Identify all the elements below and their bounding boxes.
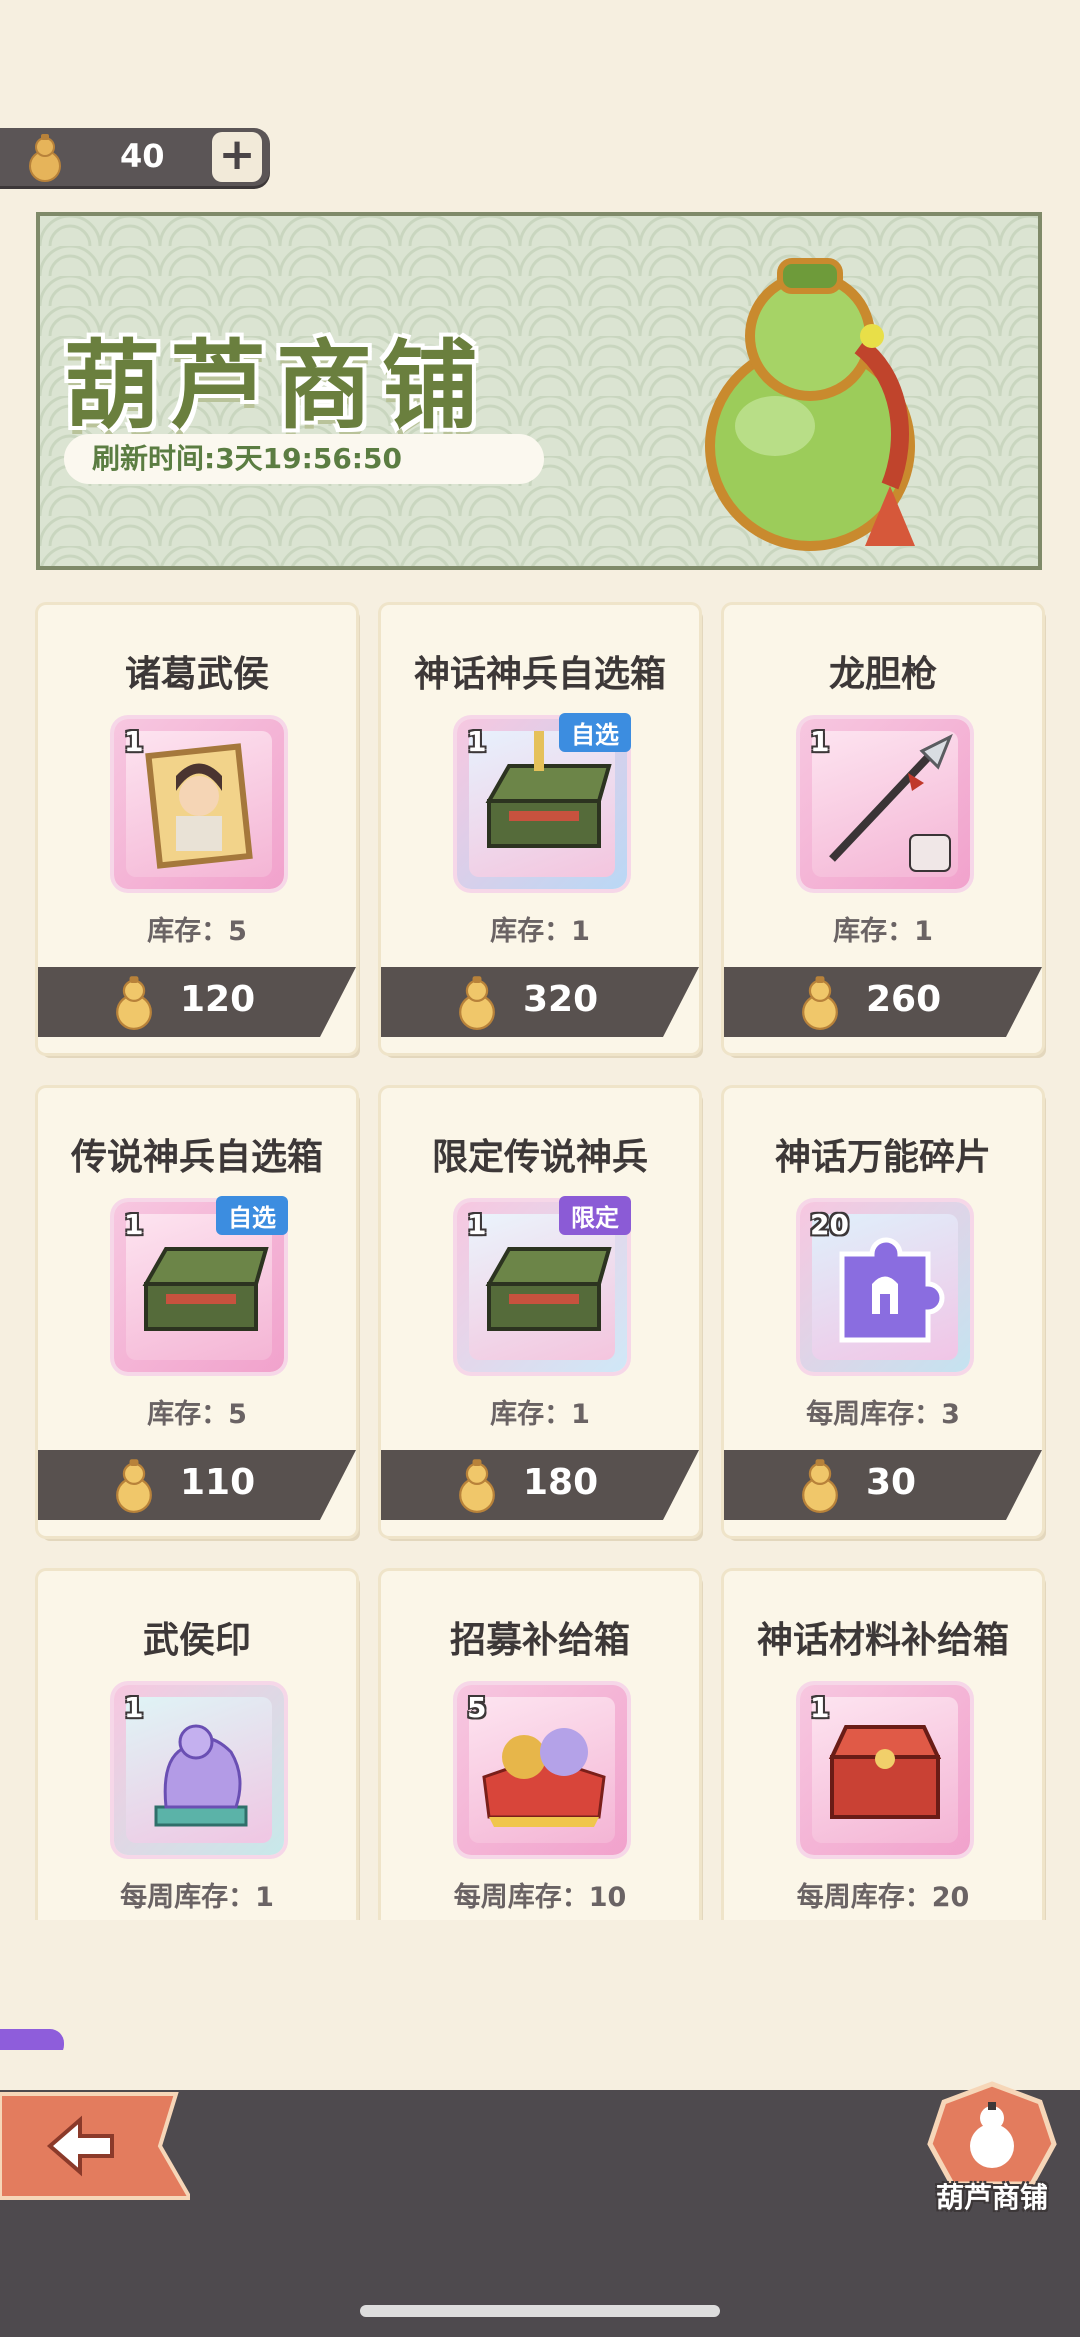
item-stock: 每周库存：1: [120, 1882, 274, 1913]
item-quantity: 1: [810, 725, 830, 758]
seal-icon: [154, 1724, 248, 1827]
item-name: 龙胆枪: [828, 654, 937, 695]
item-name: 神话神兵自选箱: [413, 654, 666, 695]
item-price: 180: [523, 1462, 599, 1503]
item-frame: 1: [114, 1685, 284, 1855]
corner-fold: [1006, 1450, 1042, 1520]
item-quantity: 1: [124, 1691, 144, 1724]
item-quantity: 1: [810, 1691, 830, 1724]
item-frame: 1: [800, 1685, 970, 1855]
chest-icon: [142, 1247, 269, 1331]
limited-tag: 限定: [559, 1196, 631, 1235]
item-stock: 库存：1: [490, 1399, 590, 1430]
corner-fold: [663, 1450, 699, 1520]
price-button[interactable]: 30: [724, 1450, 1042, 1520]
item-quantity: 1: [467, 1208, 487, 1241]
shop-item-card[interactable]: 诸葛武侯 1 库存：5 120: [38, 605, 356, 1053]
item-frame: 1: [800, 719, 970, 889]
spear-icon: [829, 733, 953, 872]
portrait-icon: [145, 743, 253, 869]
currency-amount: 40: [120, 137, 165, 175]
item-stock: 库存：1: [833, 916, 933, 947]
item-name: 传说神兵自选箱: [70, 1137, 323, 1178]
currency-display: 40 +: [0, 128, 270, 186]
chest-icon: [485, 731, 612, 848]
shop-item-card[interactable]: 传说神兵自选箱 1 自选 库存：5 110: [38, 1088, 356, 1536]
add-currency-button[interactable]: +: [212, 132, 262, 182]
item-quantity: 1: [124, 1208, 144, 1241]
plus-icon: +: [218, 129, 256, 180]
item-quantity: 5: [467, 1691, 487, 1724]
price-button[interactable]: 180: [381, 1450, 699, 1520]
shop-item-card[interactable]: 招募补给箱 5 每周库存：10: [381, 1571, 699, 1920]
red-chest-icon: [828, 1725, 942, 1819]
item-stock: 每周库存：20: [796, 1882, 970, 1913]
gourd-icon: [29, 134, 61, 182]
item-frame: 1 自选: [114, 1196, 288, 1372]
item-stock: 每周库存：10: [453, 1882, 627, 1913]
corner-fold: [320, 1450, 356, 1520]
shop-title: 葫芦商铺: [64, 330, 488, 442]
item-name: 神话万能碎片: [774, 1137, 991, 1178]
item-stock: 每周库存：3: [806, 1399, 960, 1430]
bar-edge: [0, 2050, 1080, 2090]
shop-banner: 葫芦商铺 刷新时间:3天19:56:50: [36, 212, 1042, 570]
select-tag: 自选: [559, 713, 631, 752]
select-tag: 自选: [216, 1196, 288, 1235]
shop-tab-label: 葫芦商铺: [935, 2181, 1048, 2214]
item-frame: 1 自选: [457, 713, 631, 889]
shop-item-card[interactable]: 神话神兵自选箱 1 自选 库存：1 320: [381, 605, 699, 1053]
price-button[interactable]: 120: [38, 967, 356, 1037]
gourd-icon: [802, 976, 838, 1030]
item-name: 限定传说神兵: [431, 1137, 648, 1178]
scroll-clip: 武侯印 1 每周库存：1 招募补给箱 5 每周库存：10 神话材料补给箱 1 每…: [30, 1560, 1050, 1920]
gourd-icon: [459, 1459, 495, 1513]
back-button[interactable]: [0, 2090, 190, 2202]
item-price: 110: [180, 1462, 256, 1503]
item-price: 260: [866, 979, 942, 1020]
item-frame: 5: [457, 1685, 627, 1855]
item-stock: 库存：5: [147, 916, 247, 947]
item-name: 诸葛武侯: [124, 654, 269, 695]
item-stock: 库存：5: [147, 1399, 247, 1430]
price-button[interactable]: 320: [381, 967, 699, 1037]
refresh-timer: 刷新时间:3天19:56:50: [64, 434, 544, 484]
item-name: 武侯印: [142, 1620, 251, 1661]
shop-item-card[interactable]: 龙胆枪 1 库存：1 260: [724, 605, 1042, 1053]
shop-tab[interactable]: 葫芦商铺: [922, 2080, 1062, 2230]
item-name: 招募补给箱: [449, 1620, 630, 1661]
shop-item-card[interactable]: 神话万能碎片 20 每周库存：3 30: [724, 1088, 1042, 1536]
price-button[interactable]: 260: [724, 967, 1042, 1037]
price-button[interactable]: 110: [38, 1450, 356, 1520]
item-quantity: 1: [467, 725, 487, 758]
gourd-icon: [116, 976, 152, 1030]
item-quantity: 1: [124, 725, 144, 758]
crate-icon: [482, 1728, 606, 1827]
shop-item-card[interactable]: 神话材料补给箱 1 每周库存：20: [724, 1571, 1042, 1920]
corner-fold: [320, 967, 356, 1037]
item-price: 30: [866, 1462, 917, 1503]
item-frame: 1 限定: [457, 1196, 631, 1372]
item-price: 120: [180, 979, 256, 1020]
shop-item-card[interactable]: 限定传说神兵 1 限定 库存：1 180: [381, 1088, 699, 1536]
item-frame: 1: [114, 719, 284, 889]
gourd-icon: [459, 976, 495, 1030]
item-frame: 20: [800, 1202, 970, 1372]
corner-fold: [1006, 967, 1042, 1037]
gourd-illustration: [705, 258, 915, 551]
item-stock: 库存：1: [490, 916, 590, 947]
item-quantity: 20: [810, 1208, 849, 1241]
chest-icon: [485, 1247, 612, 1331]
home-indicator[interactable]: [360, 2305, 720, 2317]
shop-item-card[interactable]: 武侯印 1 每周库存：1: [38, 1571, 356, 1920]
corner-fold: [663, 967, 699, 1037]
gourd-icon: [116, 1459, 152, 1513]
gourd-icon: [802, 1459, 838, 1513]
item-name: 神话材料补给箱: [756, 1620, 1009, 1661]
item-price: 320: [523, 979, 599, 1020]
